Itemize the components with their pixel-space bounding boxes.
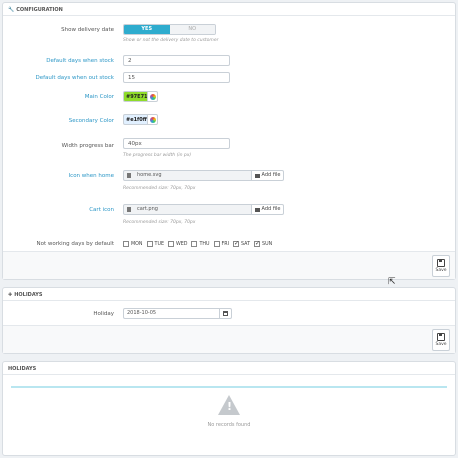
add-file-label: Add file bbox=[261, 206, 281, 212]
save-button[interactable]: Save bbox=[432, 329, 450, 351]
main-color-label: Main Color bbox=[84, 94, 114, 100]
day-wed[interactable]: WED bbox=[168, 241, 187, 247]
table-header-line bbox=[11, 386, 447, 388]
day-mon[interactable]: MON bbox=[123, 241, 143, 247]
icon-home-filename: home.svg bbox=[137, 172, 162, 178]
day-label: SAT bbox=[241, 241, 251, 247]
module-config-page: 🔧 CONFIGURATION Show delivery date YES NO… bbox=[0, 0, 458, 458]
day-checkbox[interactable] bbox=[123, 241, 129, 247]
day-label: WED bbox=[176, 241, 188, 247]
calendar-button[interactable] bbox=[219, 309, 231, 318]
holidays-form-panel: ✚ HOLIDAYS Holiday 2018-10-05 Save bbox=[2, 287, 456, 354]
color-wheel-button[interactable] bbox=[147, 114, 158, 125]
add-file-button[interactable]: Add file bbox=[252, 170, 284, 181]
width-progress-label: Width progress bar bbox=[61, 143, 114, 149]
day-checkbox[interactable] bbox=[254, 240, 260, 247]
width-progress-help: The progress bar width (in px) bbox=[123, 153, 192, 158]
secondary-color-label: Secondary Color bbox=[68, 118, 114, 124]
holidays-form-footer: Save bbox=[3, 325, 455, 353]
day-thu[interactable]: THU bbox=[191, 241, 210, 247]
day-sat[interactable]: SAT bbox=[233, 240, 251, 247]
folder-icon bbox=[254, 173, 260, 178]
day-checkbox[interactable] bbox=[233, 240, 239, 247]
holidays-form-title: HOLIDAYS bbox=[14, 292, 43, 298]
icon-home-help: Recommended size: 70px, 70px bbox=[123, 186, 196, 191]
holidays-form-header: ✚ HOLIDAYS bbox=[3, 288, 455, 301]
warning-icon bbox=[218, 395, 240, 415]
width-progress-input[interactable]: 40px bbox=[123, 138, 230, 149]
configuration-footer: Save bbox=[3, 251, 455, 279]
day-sun[interactable]: SUN bbox=[254, 240, 273, 247]
color-wheel-icon bbox=[149, 116, 156, 123]
secondary-color-picker[interactable]: #e1f0ff bbox=[123, 114, 158, 125]
color-wheel-icon bbox=[149, 93, 156, 100]
cart-icon-help: Recommended size: 70px, 70px bbox=[123, 220, 196, 225]
days-in-stock-label: Default days when stock bbox=[46, 58, 114, 64]
cart-icon-label: Cart icon bbox=[89, 207, 114, 213]
cart-icon-filename-field[interactable]: cart.png bbox=[123, 204, 252, 215]
add-file-button[interactable]: Add file bbox=[252, 204, 284, 215]
secondary-color-value[interactable]: #e1f0ff bbox=[123, 114, 147, 125]
icon-home-file[interactable]: home.svg Add file bbox=[123, 170, 284, 181]
add-file-label: Add file bbox=[261, 172, 281, 178]
day-checkbox[interactable] bbox=[168, 241, 174, 247]
day-checkbox[interactable] bbox=[191, 241, 198, 247]
show-delivery-help: Show or not the delivery date to custome… bbox=[123, 38, 219, 43]
empty-state: No records found bbox=[3, 395, 455, 428]
day-label: MON bbox=[131, 241, 143, 247]
holiday-date-input[interactable]: 2018-10-05 bbox=[123, 308, 232, 319]
file-icon bbox=[127, 173, 131, 178]
show-delivery-label: Show delivery date bbox=[61, 27, 114, 33]
holidays-list-panel: HOLIDAYS No records found bbox=[2, 361, 456, 456]
cart-icon-file[interactable]: cart.png Add file bbox=[123, 204, 284, 215]
toggle-yes[interactable]: YES bbox=[124, 25, 170, 34]
save-label: Save bbox=[435, 342, 447, 347]
icon-home-label: Icon when home bbox=[68, 173, 114, 179]
floppy-disk-icon bbox=[437, 333, 445, 341]
day-checkbox[interactable] bbox=[146, 241, 153, 247]
save-button[interactable]: Save bbox=[432, 255, 450, 277]
holiday-label: Holiday bbox=[93, 311, 114, 317]
holiday-date-value[interactable]: 2018-10-05 bbox=[124, 309, 219, 318]
configuration-panel: 🔧 CONFIGURATION Show delivery date YES NO… bbox=[2, 2, 456, 280]
days-in-stock-input[interactable]: 2 bbox=[123, 55, 230, 66]
no-records-text: No records found bbox=[207, 422, 251, 428]
toggle-no[interactable]: NO bbox=[169, 25, 215, 34]
wrench-icon: 🔧 bbox=[8, 7, 15, 13]
day-label: THU bbox=[199, 241, 210, 247]
calendar-icon bbox=[223, 311, 228, 316]
days-out-stock-label: Default days when out stock bbox=[35, 75, 114, 81]
configuration-title: CONFIGURATION bbox=[16, 7, 63, 13]
floppy-disk-icon bbox=[437, 259, 445, 267]
day-label: FRI bbox=[221, 241, 230, 247]
holidays-list-header: HOLIDAYS bbox=[3, 362, 455, 375]
cart-icon-filename: cart.png bbox=[137, 206, 158, 212]
day-tue[interactable]: TUE bbox=[146, 241, 164, 247]
not-working-days-group: MON TUE WED THU FRI SAT SUN bbox=[123, 240, 276, 247]
day-fri[interactable]: FRI bbox=[213, 241, 230, 247]
color-wheel-button[interactable] bbox=[147, 91, 158, 102]
mouse-pointer-icon: ⇱ bbox=[388, 277, 396, 287]
day-label: TUE bbox=[154, 241, 164, 247]
file-icon bbox=[127, 207, 131, 212]
main-color-picker[interactable]: #97E71 bbox=[123, 91, 158, 102]
day-label: SUN bbox=[262, 241, 273, 247]
day-checkbox[interactable] bbox=[213, 241, 220, 247]
save-label: Save bbox=[435, 268, 447, 273]
plus-icon: ✚ bbox=[8, 292, 13, 298]
icon-home-filename-field[interactable]: home.svg bbox=[123, 170, 252, 181]
show-delivery-toggle[interactable]: YES NO bbox=[123, 24, 216, 35]
holidays-list-title: HOLIDAYS bbox=[8, 366, 37, 372]
days-out-stock-input[interactable]: 15 bbox=[123, 72, 230, 83]
folder-icon bbox=[254, 207, 260, 212]
not-working-days-label: Not working days by default bbox=[36, 241, 114, 247]
configuration-header: 🔧 CONFIGURATION bbox=[3, 3, 455, 16]
main-color-value[interactable]: #97E71 bbox=[123, 91, 148, 102]
